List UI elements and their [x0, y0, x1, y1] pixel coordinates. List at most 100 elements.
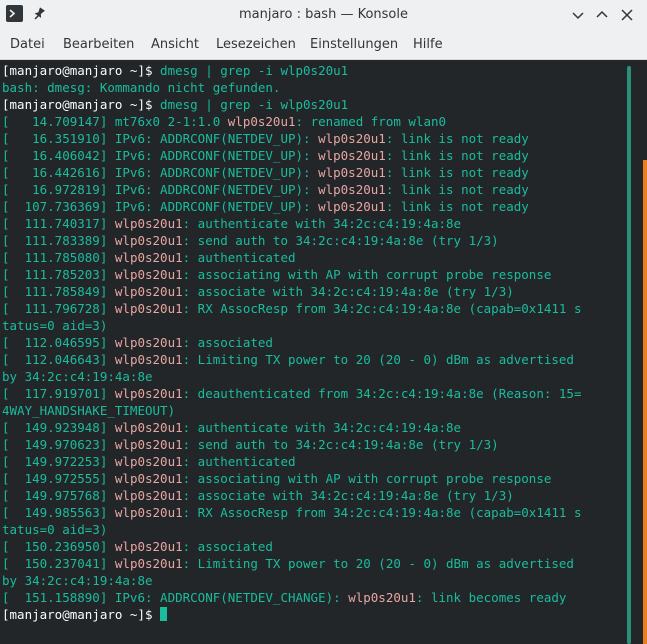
terminal-dev-text: wlp0s20u1: [318, 131, 386, 146]
terminal-ts-text: [ 111.785203]: [2, 267, 115, 282]
terminal-line: [ 149.970623] wlp0s20u1: send auth to 34…: [2, 436, 499, 453]
terminal-msg-text: : link is not ready: [385, 148, 529, 163]
terminal-msg-text: : RX AssocResp from 34:2c:c4:19:4a:8e (c…: [182, 301, 582, 316]
terminal-dev-text: wlp0s20u1: [318, 199, 386, 214]
terminal-ts-text: [ 150.236950]: [2, 539, 115, 554]
terminal-msg-text: by 34:2c:c4:19:4a:8e: [2, 573, 153, 588]
terminal-dev-text: wlp0s20u1: [114, 386, 183, 401]
terminal-dev-text: wlp0s20u1: [114, 488, 183, 503]
terminal-ts-text: [ 149.985563]: [2, 505, 115, 520]
terminal-line: [ 150.236950] wlp0s20u1: associated: [2, 538, 273, 555]
terminal-msg-text: : Limiting TX power to 20 (20 - 0) dBm a…: [182, 352, 574, 367]
terminal-line: [ 14.709147] mt76x0 2-1:1.0 wlp0s20u1: r…: [2, 113, 446, 130]
terminal-msg-text: 4WAY_HANDSHAKE_TIMEOUT): [2, 403, 176, 418]
menu-lesezeichen[interactable]: Lesezeichen: [216, 30, 296, 59]
scrollbar-thumb[interactable]: [627, 66, 631, 644]
terminal-prompt-text: [manjaro@manjaro ~]$: [2, 97, 161, 112]
terminal-line: [ 149.972253] wlp0s20u1: authenticated: [2, 453, 296, 470]
terminal-dev-text: wlp0s20u1: [318, 165, 386, 180]
menu-einstellungen[interactable]: Einstellungen: [310, 30, 398, 59]
title-bar[interactable]: manjaro : bash — Konsole: [0, 0, 647, 30]
menu-datei[interactable]: Datei: [10, 30, 45, 59]
terminal-ts-text: [ 150.237041]: [2, 556, 115, 571]
terminal-cmd-text: dmesg | grep -i wlp0s20u1: [160, 97, 349, 112]
terminal-line: [ 149.985563] wlp0s20u1: RX AssocResp fr…: [2, 504, 581, 521]
terminal-msg-text: : link is not ready: [385, 131, 529, 146]
terminal-ts-text: [ 111.740317]: [2, 216, 115, 231]
terminal-msg-text: : authenticate with 34:2c:c4:19:4a:8e: [182, 420, 462, 435]
terminal-line: [ 111.783389] wlp0s20u1: send auth to 34…: [2, 232, 499, 249]
terminal-dev-text: wlp0s20u1: [114, 216, 183, 231]
terminal-msg-text: : associating with AP with corrupt probe…: [182, 471, 552, 486]
terminal-msg-text: : associate with 34:2c:c4:19:4a:8e (try …: [182, 488, 514, 503]
terminal-msg-text: : authenticate with 34:2c:c4:19:4a:8e: [182, 216, 462, 231]
terminal-line: [ 151.158890] IPv6: ADDRCONF(NETDEV_CHAN…: [2, 589, 566, 606]
terminal-cmd-text: dmesg | grep -i wlp0s20u1: [160, 63, 349, 78]
terminal-dev-text: wlp0s20u1: [114, 267, 183, 282]
terminal-msg-text: : associate with 34:2c:c4:19:4a:8e (try …: [182, 284, 514, 299]
terminal-ts-text: [ 149.972253]: [2, 454, 115, 469]
terminal-prompt-text: [manjaro@manjaro ~]$: [2, 63, 161, 78]
terminal-err-text: bash: dmesg: Kommando nicht gefunden.: [2, 80, 281, 95]
terminal-msg-text: : send auth to 34:2c:c4:19:4a:8e (try 1/…: [182, 437, 499, 452]
menu-ansicht[interactable]: Ansicht: [151, 30, 199, 59]
chevron-up-icon: [596, 10, 608, 18]
terminal-msg-text: : RX AssocResp from 34:2c:c4:19:4a:8e (c…: [182, 505, 582, 520]
maximize-button[interactable]: [592, 5, 612, 25]
terminal-line: [ 16.351910] IPv6: ADDRCONF(NETDEV_UP): …: [2, 130, 529, 147]
terminal-dev-text: wlp0s20u1: [348, 590, 416, 605]
terminal-msg-text: : link is not ready: [385, 199, 529, 214]
terminal-dev-text: wlp0s20u1: [114, 335, 183, 350]
terminal-line: [manjaro@manjaro ~]$ dmesg | grep -i wlp…: [2, 62, 348, 79]
terminal-msg-text: : authenticated: [182, 250, 296, 265]
terminal-dev-text: wlp0s20u1: [114, 539, 183, 554]
terminal-dev-text: wlp0s20u1: [114, 471, 183, 486]
terminal-line: by 34:2c:c4:19:4a:8e: [2, 572, 153, 589]
terminal-dev-text: wlp0s20u1: [114, 301, 183, 316]
terminal-dev-text: wlp0s20u1: [318, 148, 386, 163]
terminal-msg-text: : send auth to 34:2c:c4:19:4a:8e (try 1/…: [182, 233, 499, 248]
terminal-line: [ 117.919701] wlp0s20u1: deauthenticated…: [2, 385, 581, 402]
terminal-ts-text: [ 16.442616] IPv6: ADDRCONF(NETDEV_UP):: [2, 165, 319, 180]
terminal-prompt-text: [manjaro@manjaro ~]$: [2, 607, 161, 622]
terminal-dev-text: wlp0s20u1: [114, 284, 183, 299]
menu-bearbeiten[interactable]: Bearbeiten: [63, 30, 134, 59]
menu-hilfe[interactable]: Hilfe: [413, 30, 443, 59]
terminal-output[interactable]: [manjaro@manjaro ~]$ dmesg | grep -i wlp…: [0, 60, 627, 644]
terminal-dev-text: wlp0s20u1: [114, 454, 183, 469]
terminal-line: by 34:2c:c4:19:4a:8e: [2, 368, 153, 385]
terminal-dev-text: wlp0s20u1: [114, 250, 183, 265]
terminal-msg-text: : associated: [182, 539, 273, 554]
terminal-msg-text: tatus=0 aid=3): [2, 522, 108, 537]
terminal-line: tatus=0 aid=3): [2, 521, 107, 538]
terminal-line: [ 149.923948] wlp0s20u1: authenticate wi…: [2, 419, 461, 436]
terminal-line: [ 16.442616] IPv6: ADDRCONF(NETDEV_UP): …: [2, 164, 529, 181]
konsole-window: manjaro : bash — Konsole Datei Bearbeite…: [0, 0, 647, 644]
terminal-dev-text: wlp0s20u1: [114, 233, 183, 248]
terminal-line: [ 16.972819] IPv6: ADDRCONF(NETDEV_UP): …: [2, 181, 529, 198]
window-title: manjaro : bash — Konsole: [238, 7, 408, 22]
terminal-msg-text: : renamed from wlan0: [295, 114, 447, 129]
minimize-button[interactable]: [568, 5, 588, 25]
terminal-dev-text: wlp0s20u1: [114, 352, 183, 367]
terminal-msg-text: : Limiting TX power to 20 (20 - 0) dBm a…: [182, 556, 574, 571]
close-button[interactable]: [617, 5, 637, 25]
terminal-dev-text: wlp0s20u1: [114, 505, 183, 520]
terminal-ts-text: [ 14.709147] mt76x0 2-1:1.0: [2, 114, 228, 129]
terminal-ts-text: [ 149.972555]: [2, 471, 115, 486]
terminal-line: [ 111.785080] wlp0s20u1: authenticated: [2, 249, 296, 266]
terminal-ts-text: [ 149.975768]: [2, 488, 115, 503]
menu-bar: Datei Bearbeiten Ansicht Lesezeichen Ein…: [0, 30, 647, 60]
terminal-ts-text: [ 111.796728]: [2, 301, 115, 316]
terminal-ts-text: [ 107.736369] IPv6: ADDRCONF(NETDEV_UP):: [2, 199, 319, 214]
close-icon: [621, 9, 633, 21]
terminal-ts-text: [ 149.970623]: [2, 437, 115, 452]
background-window-edge: [643, 160, 647, 644]
terminal-line: [ 149.972555] wlp0s20u1: associating wit…: [2, 470, 551, 487]
terminal-line: [ 111.796728] wlp0s20u1: RX AssocResp fr…: [2, 300, 581, 317]
terminal-line: bash: dmesg: Kommando nicht gefunden.: [2, 79, 280, 96]
terminal-msg-text: : associated: [182, 335, 273, 350]
terminal-dev-text: wlp0s20u1: [227, 114, 296, 129]
terminal-ts-text: [ 111.783389]: [2, 233, 115, 248]
terminal-line: [ 16.406042] IPv6: ADDRCONF(NETDEV_UP): …: [2, 147, 529, 164]
